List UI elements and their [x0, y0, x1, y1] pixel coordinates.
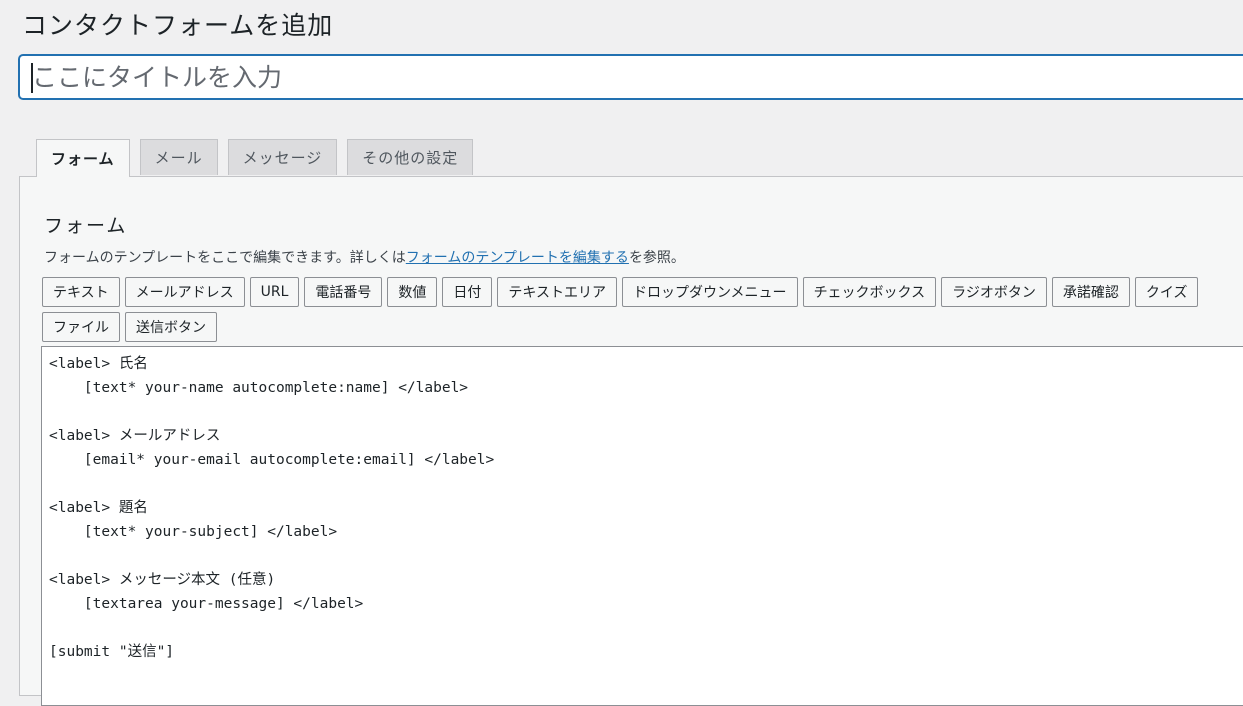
code-line: [textarea your-message] </label>	[49, 596, 364, 612]
code-line: [email* your-email autocomplete:email] <…	[49, 452, 495, 468]
tag-button-quiz[interactable]: クイズ	[1134, 277, 1199, 307]
text-caret	[31, 63, 33, 93]
form-panel: フォーム フォームのテンプレートをここで編集できます。詳しくはフォームのテンプレ…	[19, 176, 1243, 706]
tag-button-email[interactable]: メールアドレス	[124, 277, 245, 307]
tag-button-url[interactable]: URL	[249, 277, 300, 307]
tag-button-file[interactable]: ファイル	[42, 312, 120, 342]
code-line: <label> メッセージ本文 (任意)	[49, 572, 276, 588]
description-text-before: フォームのテンプレートをここで編集できます。詳しくは	[44, 250, 406, 266]
panel-heading: フォーム	[44, 215, 128, 237]
tag-button-date[interactable]: 日付	[442, 277, 493, 307]
tag-button-radio[interactable]: ラジオボタン	[941, 277, 1047, 307]
edit-template-link[interactable]: フォームのテンプレートを編集する	[406, 250, 629, 266]
code-line: [text* your-subject] </label>	[49, 524, 338, 540]
code-line: <label> 題名	[49, 500, 148, 516]
tab-mail[interactable]: メール	[139, 139, 218, 175]
tab-bar: フォーム メール メッセージ その他の設定	[36, 139, 474, 177]
tab-messages[interactable]: メッセージ	[227, 139, 338, 175]
form-template-editor[interactable]: <label> 氏名 [text* your-name autocomplete…	[41, 346, 1243, 706]
tag-button-acceptance[interactable]: 承諾確認	[1051, 277, 1130, 307]
tag-button-checkboxes[interactable]: チェックボックス	[802, 277, 937, 307]
tag-button-text[interactable]: テキスト	[42, 277, 120, 307]
code-line: <label> メールアドレス	[49, 428, 221, 444]
tag-generator-buttons: テキスト メールアドレス URL 電話番号 数値 日付 テキストエリア ドロップ…	[42, 277, 1232, 342]
code-line: [submit "送信"]	[49, 644, 175, 660]
tag-button-tel[interactable]: 電話番号	[304, 277, 383, 307]
tag-button-textarea[interactable]: テキストエリア	[497, 277, 617, 307]
tab-additional-settings[interactable]: その他の設定	[347, 139, 474, 175]
tag-button-dropdown[interactable]: ドロップダウンメニュー	[621, 277, 798, 307]
title-field-wrapper[interactable]	[19, 55, 1243, 99]
tag-button-submit[interactable]: 送信ボタン	[125, 312, 217, 342]
page-title: コンタクトフォームを追加	[22, 11, 334, 40]
tag-button-number[interactable]: 数値	[387, 277, 438, 307]
description-text-after: を参照。	[628, 250, 685, 266]
code-line: <label> 氏名	[49, 356, 148, 372]
tab-form[interactable]: フォーム	[36, 139, 130, 177]
title-input[interactable]	[20, 56, 1243, 98]
panel-description: フォームのテンプレートをここで編集できます。詳しくはフォームのテンプレートを編集…	[44, 247, 685, 267]
code-line: [text* your-name autocomplete:name] </la…	[49, 380, 469, 396]
